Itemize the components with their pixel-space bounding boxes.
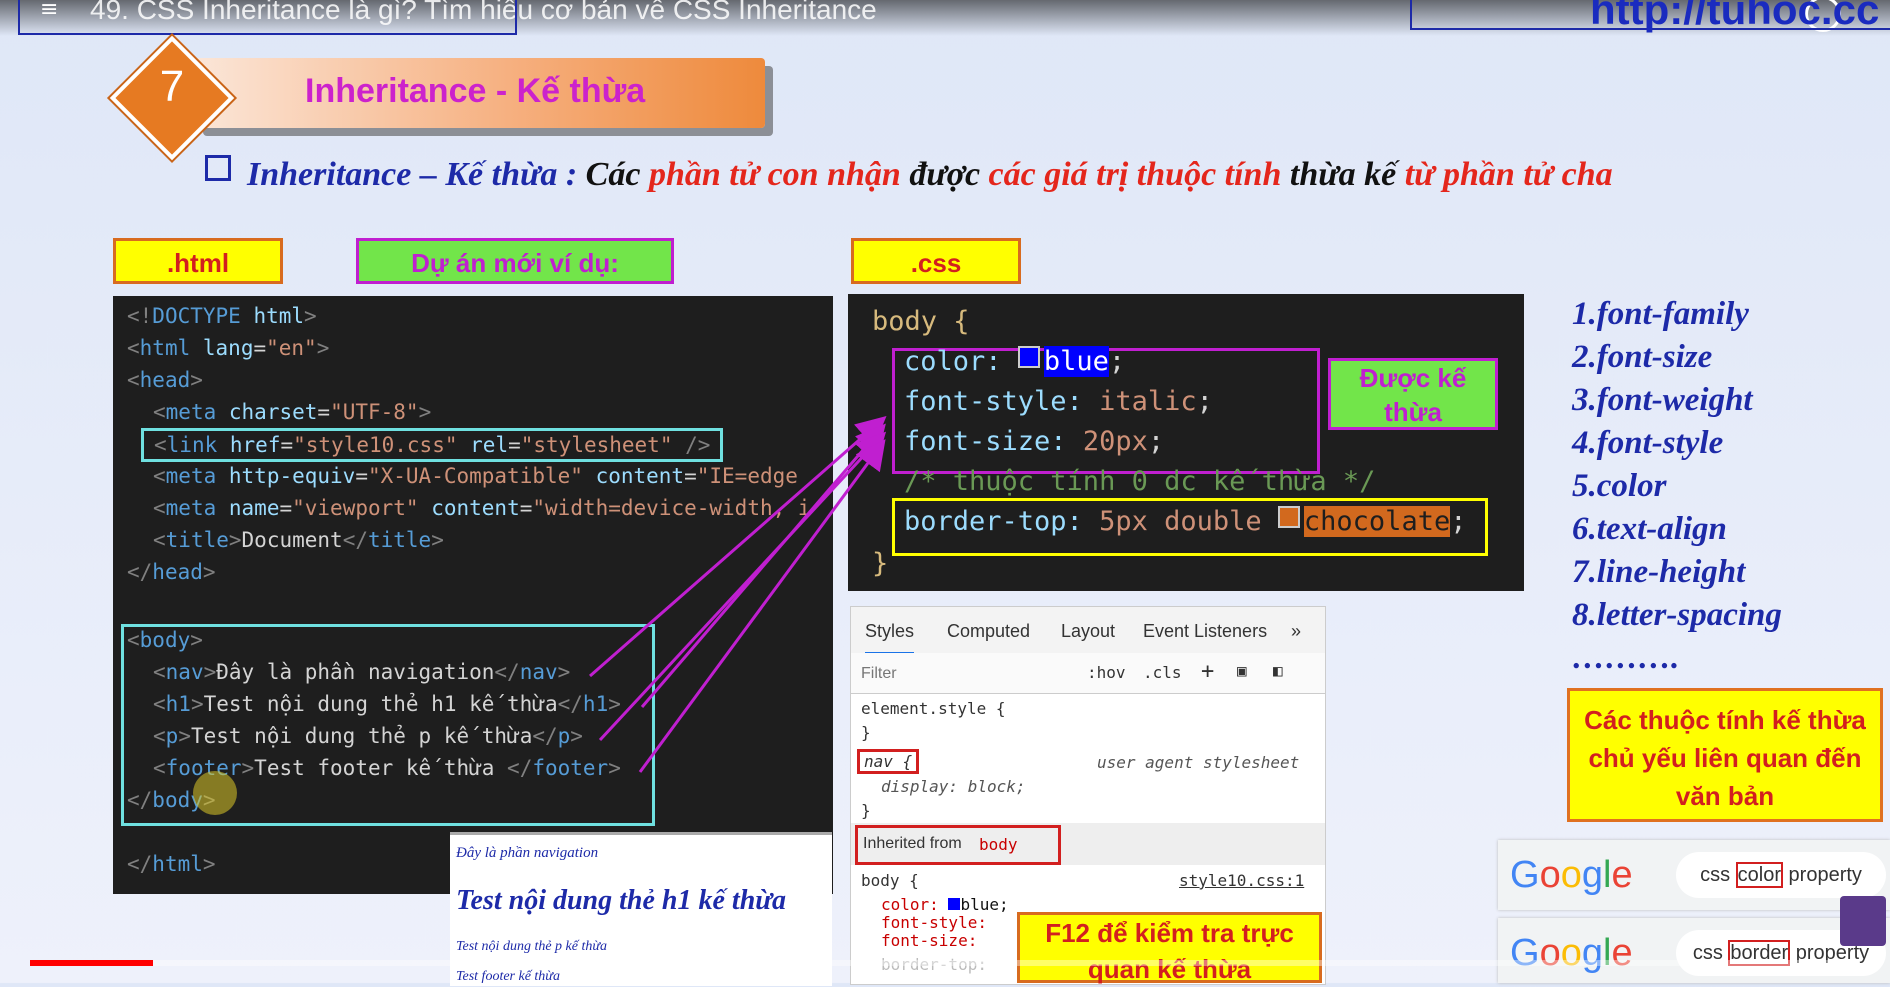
decl-font-size: font-size: bbox=[881, 931, 978, 950]
blue-swatch-icon[interactable] bbox=[948, 898, 961, 910]
toggle-sidebar-icon[interactable]: ◧ bbox=[1273, 661, 1283, 680]
property-item: 4.font-style bbox=[1572, 425, 1724, 461]
tab-styles[interactable]: Styles bbox=[865, 621, 915, 655]
filter-input[interactable]: Filter bbox=[861, 665, 897, 683]
decl-color-val: blue; bbox=[960, 895, 1009, 914]
property-item: 3.font-weight bbox=[1572, 382, 1753, 418]
decl-font-style: font-style: bbox=[881, 913, 987, 932]
tab-event-listeners[interactable]: Event Listeners bbox=[1143, 621, 1267, 642]
ua-stylesheet[interactable]: user agent stylesheet bbox=[1097, 753, 1299, 772]
devtools-filter-bar: Filter :hov .cls + ▣ ◧ bbox=[851, 653, 1325, 694]
paint-icon[interactable]: ▣ bbox=[1237, 661, 1247, 680]
inherited-properties-list: 1.font-family 2.font-size 3.font-weight … bbox=[1572, 296, 1782, 683]
f12-note: F12 để kiểm tra trực quan kế thừa bbox=[1017, 912, 1322, 984]
decl-color: color: bbox=[881, 895, 939, 914]
arrow-footer bbox=[638, 439, 886, 773]
google-logo: Google bbox=[1510, 932, 1633, 974]
tab-layout[interactable]: Layout bbox=[1061, 621, 1115, 642]
property-item: ………. bbox=[1572, 640, 1680, 676]
preview-h1: Test nội dung thẻ h1 kế thừa bbox=[456, 885, 787, 916]
inherited-from-label: Inherited from bbox=[863, 835, 962, 852]
display-decl: display: block; bbox=[881, 777, 1026, 796]
search-text: property bbox=[1782, 864, 1862, 886]
property-item: 5.color bbox=[1572, 468, 1667, 504]
body-rule: body { bbox=[861, 871, 919, 890]
google-logo: Google bbox=[1510, 854, 1633, 896]
arrow-p bbox=[598, 431, 887, 742]
add-rule-icon[interactable]: + bbox=[1201, 659, 1214, 684]
property-item: 7.line-height bbox=[1572, 554, 1746, 590]
channel-avatar[interactable] bbox=[1840, 896, 1886, 946]
text-properties-note: Các thuộc tính kế thừa chủ yếu liên quan… bbox=[1567, 688, 1883, 822]
property-item: 2.font-size bbox=[1572, 339, 1713, 375]
property-item: 1.font-family bbox=[1572, 296, 1749, 332]
search-keyword: color bbox=[1735, 862, 1783, 888]
inherited-from-tag[interactable]: body bbox=[979, 835, 1018, 854]
search-text: css bbox=[1700, 864, 1736, 886]
preview-p: Test nội dung thẻ p kế thừa bbox=[456, 939, 607, 954]
source-link[interactable]: style10.css:1 bbox=[1179, 871, 1304, 890]
progress-fill bbox=[30, 960, 153, 966]
nav-rule: nav { bbox=[857, 749, 920, 774]
brace: } bbox=[861, 801, 871, 820]
preview-nav: Đây là phần navigation bbox=[456, 845, 599, 861]
arrow-nav bbox=[589, 416, 887, 678]
google-search-card[interactable]: Google css border property bbox=[1498, 918, 1890, 983]
element-style-rule: element.style { bbox=[861, 699, 1006, 718]
tab-computed[interactable]: Computed bbox=[947, 621, 1030, 642]
google-search-card[interactable]: Google css color property bbox=[1498, 840, 1890, 910]
brace: } bbox=[861, 723, 871, 742]
devtools-tabbar: Styles Computed Layout Event Listeners » bbox=[851, 607, 1325, 655]
property-item: 6.text-align bbox=[1572, 511, 1727, 547]
google-search-box[interactable]: css color property bbox=[1676, 852, 1886, 898]
more-tabs-icon[interactable]: » bbox=[1291, 621, 1301, 642]
video-progress-bar[interactable] bbox=[30, 960, 1860, 966]
hov-button[interactable]: :hov bbox=[1087, 663, 1126, 682]
cls-button[interactable]: .cls bbox=[1143, 663, 1182, 682]
property-item: 8.letter-spacing bbox=[1572, 597, 1782, 633]
